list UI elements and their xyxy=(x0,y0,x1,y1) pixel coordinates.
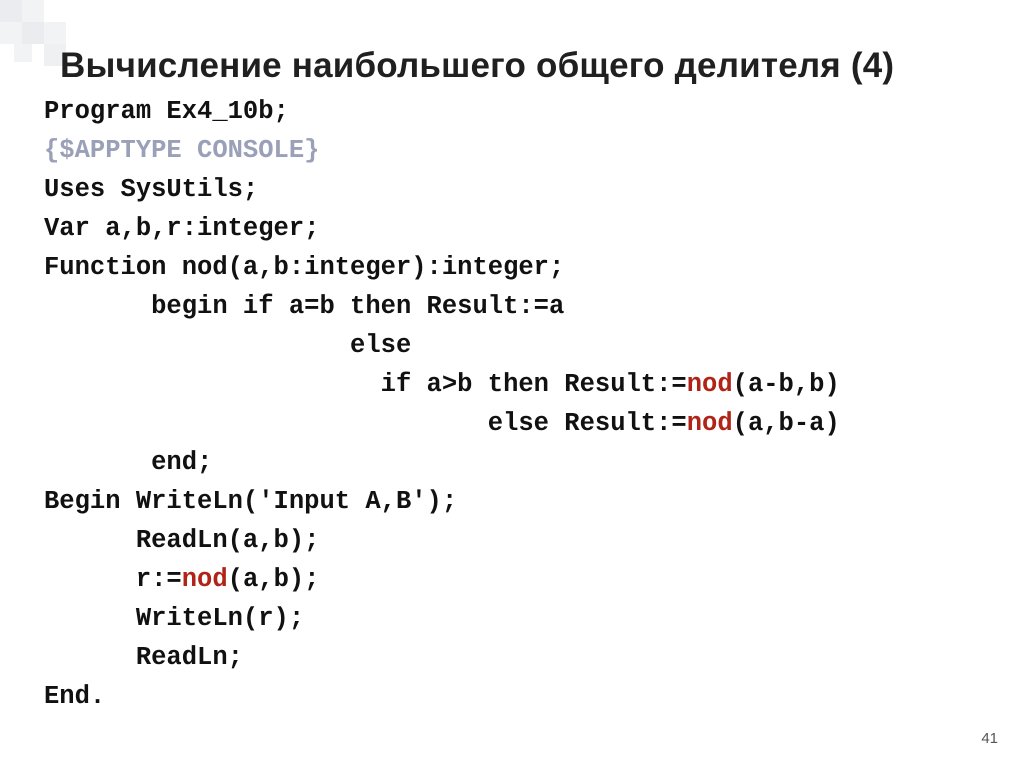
code-line: End. xyxy=(44,682,105,711)
deco-square xyxy=(44,22,66,44)
page-number: 41 xyxy=(981,730,998,747)
code-call: nod xyxy=(182,565,228,594)
code-frag: (a,b-a) xyxy=(733,409,840,438)
code-block: Program Ex4_10b; {$APPTYPE CONSOLE} Uses… xyxy=(44,92,840,716)
code-line: ReadLn(a,b); xyxy=(44,526,319,555)
code-call: nod xyxy=(687,409,733,438)
code-line: if a>b then Result:=nod(a-b,b) xyxy=(44,370,840,399)
code-line: else xyxy=(44,331,411,360)
code-line: Var a,b,r:integer; xyxy=(44,214,319,243)
code-frag: else Result:= xyxy=(44,409,687,438)
deco-square xyxy=(0,22,22,44)
deco-square xyxy=(0,0,22,22)
code-line: Program Ex4_10b; xyxy=(44,97,289,126)
deco-square xyxy=(14,44,32,62)
deco-square xyxy=(22,0,44,22)
slide: Вычисление наибольшего общего делителя (… xyxy=(0,0,1024,767)
code-line: end; xyxy=(44,448,212,477)
code-line: r:=nod(a,b); xyxy=(44,565,319,594)
slide-title: Вычисление наибольшего общего делителя (… xyxy=(60,46,1020,86)
code-line: begin if a=b then Result:=a xyxy=(44,292,564,321)
code-line: ReadLn; xyxy=(44,643,243,672)
code-line: else Result:=nod(a,b-a) xyxy=(44,409,840,438)
code-line-directive: {$APPTYPE CONSOLE} xyxy=(44,136,319,165)
code-line: Begin WriteLn('Input A,B'); xyxy=(44,487,457,516)
code-frag: (a-b,b) xyxy=(733,370,840,399)
code-call: nod xyxy=(687,370,733,399)
code-frag: (a,b); xyxy=(228,565,320,594)
code-line: Uses SysUtils; xyxy=(44,175,258,204)
code-frag: r:= xyxy=(44,565,182,594)
code-line: WriteLn(r); xyxy=(44,604,304,633)
code-line: Function nod(a,b:integer):integer; xyxy=(44,253,564,282)
deco-square xyxy=(22,22,44,44)
code-frag: if a>b then Result:= xyxy=(44,370,687,399)
